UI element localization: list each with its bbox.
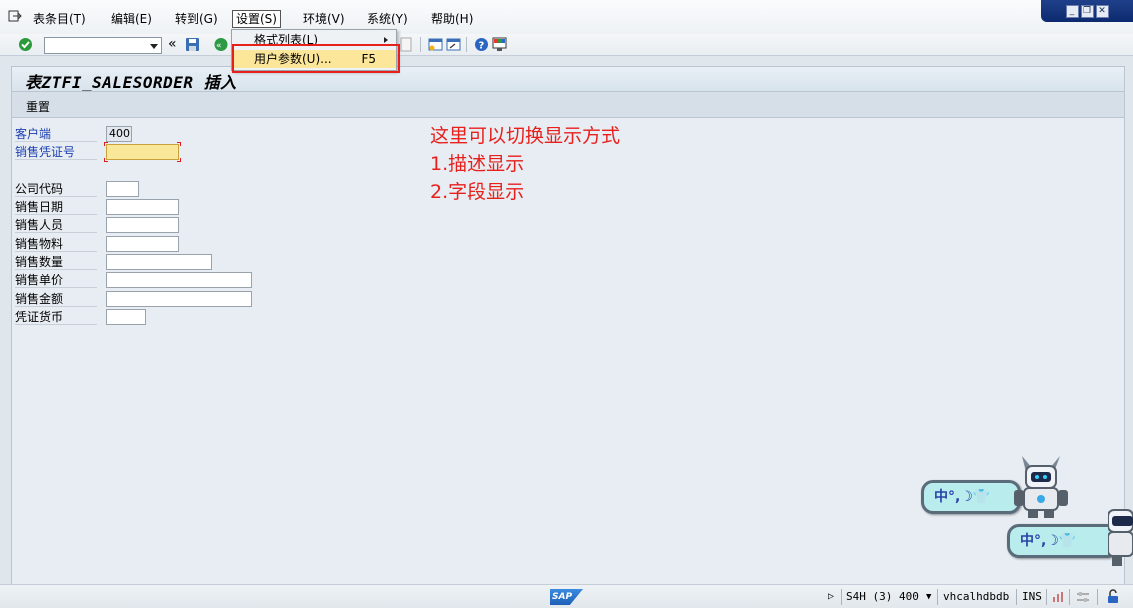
status-bar: SAP ▷ S4H (3) 400 ▼ vhcalhdbdb INS [0, 584, 1133, 608]
chevron-down-icon[interactable]: ▼ [926, 589, 931, 605]
menu-item-format-list[interactable]: 格式列表(L) [232, 31, 396, 49]
sales-date-field[interactable] [106, 199, 179, 215]
menu-goto[interactable]: 转到(G) [172, 11, 221, 29]
required-corner-mark [104, 142, 108, 146]
reset-button[interactable]: 重置 [26, 98, 50, 115]
status-separator [937, 589, 938, 605]
menu-system[interactable]: 系统(Y) [364, 11, 411, 29]
sales-material-field[interactable] [106, 236, 179, 252]
enter-checkmark-icon[interactable] [18, 37, 33, 52]
company-code-field[interactable] [106, 181, 139, 197]
robot-mascot-icon [1014, 456, 1068, 518]
ime-widget[interactable]: 中°,☽👕 [921, 480, 1021, 514]
unlock-icon[interactable] [1106, 589, 1120, 604]
status-separator [1016, 589, 1017, 605]
menu-bar: 表条目(T) 编辑(E) 转到(G) 设置(S) 环境(V) 系统(Y) 帮助(… [0, 0, 1133, 34]
menu-item-user-parameters[interactable]: 用户参数(U)... F5 [232, 50, 396, 68]
double-chevron-left-icon[interactable]: « [168, 36, 177, 52]
field-label-client: 客户端 [15, 126, 97, 142]
field-label-sales-doc: 销售凭证号 [15, 144, 97, 160]
menu-item-label: 用户参数(U)... [254, 52, 332, 66]
page-title: 表ZTFI_SALESORDER 插入 [25, 73, 237, 92]
toolbar-separator [466, 37, 467, 52]
sales-amount-field[interactable] [106, 291, 252, 307]
menu-table-entry[interactable]: 表条目(T) [30, 11, 89, 29]
field-label-unit-price: 销售单价 [15, 272, 97, 288]
status-separator [1069, 589, 1070, 605]
menu-settings[interactable]: 设置(S) [232, 10, 281, 28]
standard-toolbar: « « ? [0, 34, 1133, 56]
menu-exit-icon[interactable] [8, 10, 22, 22]
toolbar-separator [420, 37, 421, 52]
sales-person-field[interactable] [106, 217, 179, 233]
submenu-arrow-icon [384, 37, 388, 43]
window-controls: _ ❐ ✕ [1041, 0, 1133, 22]
settings-sliders-icon[interactable] [1076, 591, 1090, 603]
ime-widget[interactable]: 中°,☽👕 [1007, 524, 1119, 558]
customize-layout-icon[interactable] [492, 37, 507, 52]
field-label-sales-material: 销售物料 [15, 236, 97, 252]
annotation-text: 这里可以切换显示方式 1.描述显示 2.字段显示 [430, 122, 620, 206]
required-corner-mark [177, 158, 181, 162]
sap-logo-icon: SAP [550, 589, 583, 605]
play-triangle-icon[interactable]: ▷ [828, 589, 834, 605]
menu-item-shortcut: F5 [361, 52, 376, 66]
menu-help[interactable]: 帮助(H) [428, 11, 476, 29]
screen-title-bar: 表ZTFI_SALESORDER 插入 [11, 66, 1125, 92]
field-label-company-code: 公司代码 [15, 181, 97, 197]
help-icon[interactable]: ? [474, 37, 489, 52]
robot-mascot-icon [1108, 509, 1133, 566]
annotation-line: 这里可以切换显示方式 [430, 125, 621, 147]
svg-text:«: « [216, 41, 222, 51]
required-corner-mark [177, 142, 181, 146]
shortcut-icon[interactable] [446, 37, 461, 52]
close-icon[interactable]: ✕ [1095, 4, 1109, 18]
status-separator [1046, 589, 1047, 605]
chevron-down-icon[interactable] [150, 44, 158, 49]
annotation-line: 2.字段显示 [430, 181, 525, 203]
ime-widget-text: 中°,☽👕 [1020, 533, 1077, 549]
sales-quantity-field[interactable] [106, 254, 212, 270]
menu-environment[interactable]: 环境(V) [300, 11, 348, 29]
field-label-sales-quantity: 销售数量 [15, 254, 97, 270]
currency-field[interactable] [106, 309, 146, 325]
restore-icon[interactable]: ❐ [1080, 4, 1094, 18]
annotation-line: 1.描述显示 [430, 153, 525, 175]
status-separator [841, 589, 842, 605]
back-icon[interactable]: « [213, 37, 229, 52]
performance-icon[interactable] [1052, 591, 1064, 603]
field-label-currency: 凭证货币 [15, 309, 97, 325]
application-toolbar: 重置 [11, 91, 1125, 118]
client-field: 400 [106, 126, 132, 142]
field-label-sales-date: 销售日期 [15, 199, 97, 215]
ime-widget-text: 中°,☽👕 [934, 489, 991, 505]
status-separator [1097, 589, 1098, 605]
svg-text:?: ? [479, 41, 485, 52]
settings-dropdown-menu: 格式列表(L) 用户参数(U)... F5 [231, 29, 397, 71]
save-icon[interactable] [185, 37, 200, 52]
server-name: vhcalhdbdb [943, 590, 1010, 603]
system-info[interactable]: S4H (3) 400 [846, 589, 919, 605]
insert-mode[interactable]: INS [1022, 589, 1042, 605]
field-label-sales-person: 销售人员 [15, 217, 97, 233]
menu-item-label: 格式列表(L) [254, 33, 319, 47]
command-field[interactable] [44, 37, 162, 54]
field-label-sales-amount: 销售金额 [15, 291, 97, 307]
create-session-icon[interactable] [428, 37, 443, 52]
sales-doc-field[interactable] [106, 144, 179, 160]
required-corner-mark [104, 158, 108, 162]
minimize-icon[interactable]: _ [1065, 4, 1079, 18]
page-icon[interactable] [400, 37, 412, 52]
menu-edit[interactable]: 编辑(E) [108, 11, 155, 29]
unit-price-field[interactable] [106, 272, 252, 288]
